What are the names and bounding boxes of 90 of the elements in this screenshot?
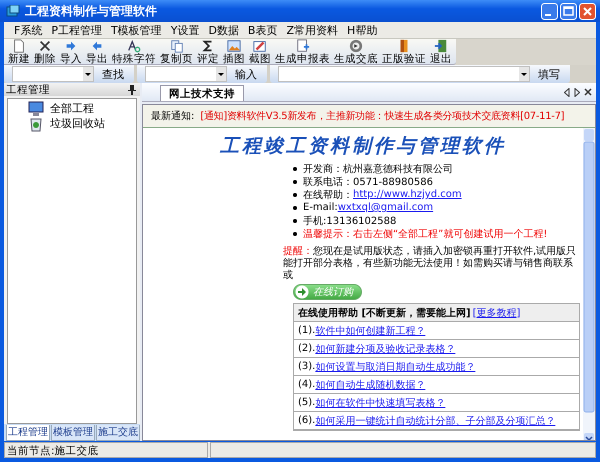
document-tab[interactable]: 网上技术支持 xyxy=(160,85,244,101)
reminder-text: 提醒：您现在是试用版状态，请插入加密锁再重打开软件,试用版只能打开部分表格，有些新功能无法使用！如需购买请与销售商联系或 xyxy=(283,246,578,282)
toolbar-button[interactable]: 导入 xyxy=(58,39,84,65)
info-label: E-mail: xyxy=(303,202,338,213)
image-icon xyxy=(226,39,242,53)
monitor-icon xyxy=(28,100,44,116)
row-number: (2). xyxy=(298,343,316,354)
link[interactable]: 如何新建分项及验收记录表格？ xyxy=(315,342,456,356)
tree-item[interactable]: 全部工程 xyxy=(50,101,94,116)
close-icon[interactable] xyxy=(584,88,592,96)
screenshot-icon xyxy=(252,39,268,53)
toolbar-button[interactable]: 插图 xyxy=(221,39,247,65)
toolbar-button[interactable]: 正版验证 xyxy=(380,39,428,65)
letter-icon xyxy=(126,39,142,53)
panel-tab[interactable]: 施工交底 xyxy=(96,425,140,441)
bullet-icon xyxy=(293,192,297,196)
window-icon xyxy=(6,5,20,17)
panel-tab[interactable]: 工程管理 xyxy=(6,425,50,441)
toolbar-button[interactable]: 退出 xyxy=(428,39,454,65)
bullet-icon xyxy=(293,166,297,170)
tree-item[interactable]: 垃圾回收站 xyxy=(50,116,105,131)
close-button[interactable] xyxy=(579,2,596,20)
toolbar-button[interactable]: 评定 xyxy=(195,39,221,65)
scrollbar[interactable] xyxy=(583,128,595,440)
row-number: (6). xyxy=(298,415,316,426)
info-text: 开发商：杭州嘉意德科技有限公司 xyxy=(303,162,453,176)
toolbar-button[interactable]: 生成交底 xyxy=(332,39,380,65)
dropdown-icon[interactable] xyxy=(519,67,529,81)
menu-item[interactable]: H帮助 xyxy=(347,22,378,38)
link[interactable]: http://www.hzjyd.com xyxy=(353,189,462,200)
info-text: 手机:13136102588 xyxy=(303,214,396,228)
row-number: (1). xyxy=(298,325,316,336)
link[interactable]: 软件中如何创建新工程？ xyxy=(315,324,426,338)
tip-text: 温馨提示：右击左侧“全部工程”就可创建试用一个工程! xyxy=(303,228,548,240)
bullet-icon xyxy=(293,218,297,222)
menu-item[interactable]: D数据 xyxy=(208,22,239,38)
delete-icon xyxy=(37,39,53,53)
panel-title: 工程管理 xyxy=(6,83,50,96)
copy-icon xyxy=(168,39,184,53)
info-text: 联系电话：0571-88980586 xyxy=(303,176,433,188)
panel-tab[interactable]: 模板管理 xyxy=(51,425,95,441)
combo-field[interactable] xyxy=(278,66,530,82)
table-heading: 在线使用帮助 [不断更新，需要能上网] xyxy=(298,306,471,320)
info-label: 在线帮助： xyxy=(303,188,353,202)
toolbar-button[interactable]: 生成申报表 xyxy=(273,39,332,65)
link[interactable]: 如何在软件中快速填写表格？ xyxy=(315,396,446,410)
bullet-icon xyxy=(293,206,297,210)
toolbar-button[interactable]: 导出 xyxy=(84,39,110,65)
arrow-right-icon xyxy=(295,285,309,299)
menu-item[interactable]: Y设置 xyxy=(170,22,200,38)
menu-item[interactable]: T模板管理 xyxy=(110,22,162,38)
notice-label: 最新通知: xyxy=(151,110,194,123)
menu-item[interactable]: P工程管理 xyxy=(51,22,102,38)
row-number: (5). xyxy=(298,397,316,408)
minimize-button[interactable] xyxy=(541,2,558,20)
row-number: (4). xyxy=(298,379,316,390)
menu-item[interactable]: Z常用资料 xyxy=(286,22,338,38)
pin-icon[interactable] xyxy=(128,84,136,94)
exit-icon xyxy=(433,39,449,53)
find-button[interactable]: 填写 xyxy=(534,66,564,82)
combo-field[interactable] xyxy=(12,66,94,82)
scroll-right-icon[interactable] xyxy=(574,88,580,96)
toolbar-button[interactable]: 删除 xyxy=(32,39,58,65)
toolbar-button[interactable]: 特殊字符 xyxy=(110,39,158,65)
page-title: 工程竣工资料制作与管理软件 xyxy=(218,134,507,158)
link[interactable]: wxtxql@gmail.com xyxy=(338,202,434,213)
dropdown-icon[interactable] xyxy=(83,67,93,81)
window-title: 工程资料制作与管理软件 xyxy=(25,2,158,20)
row-number: (3). xyxy=(298,361,316,372)
scroll-left-icon[interactable] xyxy=(564,88,570,96)
recycle-bin-icon xyxy=(28,116,44,132)
link[interactable]: [更多教程] xyxy=(472,306,520,320)
bullet-icon xyxy=(293,232,297,236)
combo-field[interactable] xyxy=(145,66,227,82)
toolbar-button[interactable]: 复制页 xyxy=(158,39,195,65)
maximize-button[interactable] xyxy=(560,2,577,20)
bullet-icon xyxy=(293,180,297,184)
menu-item[interactable]: B表页 xyxy=(248,22,278,38)
link[interactable]: 如何自动生成随机数据？ xyxy=(315,378,426,392)
link[interactable]: 如何设置与取消日期自动生成功能？ xyxy=(315,360,476,374)
notice-text: [通知]资料软件V3.5新发布，主推新功能：快速生成各类分项技术交底资料[07-11-7] xyxy=(200,110,564,123)
find-button[interactable]: 查找 xyxy=(98,66,128,82)
find-button[interactable]: 输入 xyxy=(231,66,261,82)
toolbar-button[interactable]: 新建 xyxy=(6,39,32,65)
dropdown-icon[interactable] xyxy=(216,67,226,81)
toolbar-button[interactable]: 截图 xyxy=(247,39,273,65)
status-text: 当前节点:施工交底 xyxy=(4,442,208,458)
menu-item[interactable]: F系统 xyxy=(14,22,42,38)
form-icon xyxy=(294,39,310,53)
link[interactable]: 如何采用一键统计自动统计分部、子分部及分项汇总？ xyxy=(315,414,556,428)
